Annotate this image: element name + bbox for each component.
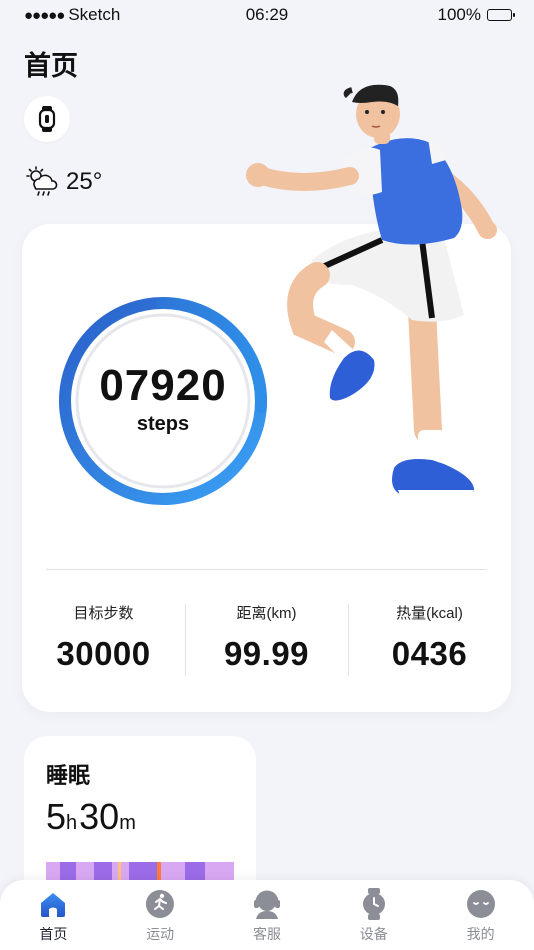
steps-unit: steps — [136, 412, 190, 435]
tab-label: 首页 — [39, 926, 68, 942]
band-icon — [38, 106, 56, 132]
home-icon — [37, 888, 69, 920]
sleep-duration: 5 h 30 m — [46, 796, 138, 838]
stat-goal: 目标步数 30000 — [22, 602, 185, 673]
sleep-title: 睡眠 — [46, 763, 91, 788]
stat-value: 0436 — [391, 635, 468, 672]
tab-device[interactable]: 设备 — [320, 880, 427, 950]
weather: 25° — [24, 166, 102, 198]
runner-illustration — [246, 84, 497, 500]
tab-label: 客服 — [252, 926, 281, 942]
tab-sport[interactable]: 运动 — [107, 880, 214, 950]
tab-bar: 首页 运动 客服 设备 我的 — [0, 880, 534, 950]
sleep-stage-bar — [46, 862, 234, 882]
tab-support[interactable]: 客服 — [214, 880, 321, 950]
tab-label: 我的 — [466, 926, 495, 942]
support-icon — [251, 888, 283, 920]
tab-home[interactable]: 首页 — [0, 880, 107, 950]
sleep-minutes: 30 — [79, 796, 120, 837]
sleep-minutes-unit: m — [119, 812, 136, 834]
sleep-hours-unit: h — [66, 812, 78, 834]
device-button[interactable] — [24, 96, 70, 142]
run-icon — [144, 888, 176, 920]
stats-row: 目标步数 30000 距离(km) 99.99 热量(kcal) 0436 — [22, 602, 511, 676]
divider — [46, 569, 487, 570]
temperature: 25° — [66, 168, 103, 195]
cloud-sun-rain-icon — [26, 166, 58, 196]
stat-value: 99.99 — [223, 635, 310, 672]
watch-icon — [358, 888, 390, 920]
stat-label: 热量(kcal) — [396, 605, 463, 622]
status-bar: ●●●●● Sketch 06:29 100% — [0, 0, 534, 30]
battery-icon — [487, 9, 515, 21]
stat-label: 目标步数 — [73, 605, 134, 622]
stat-label: 距离(km) — [236, 605, 297, 622]
battery-percent: 100% — [437, 5, 481, 24]
steps-value: 07920 — [99, 360, 227, 410]
sleep-hours: 5 — [46, 796, 67, 837]
stat-distance: 距离(km) 99.99 — [185, 602, 348, 676]
profile-icon — [465, 888, 497, 920]
stat-value: 30000 — [56, 635, 151, 672]
battery-area: 100% — [437, 5, 515, 25]
tab-profile[interactable]: 我的 — [427, 880, 534, 950]
tab-label: 设备 — [359, 926, 388, 942]
stat-calories: 热量(kcal) 0436 — [348, 602, 511, 676]
tab-label: 运动 — [146, 926, 175, 942]
page-title: 首页 — [24, 51, 78, 81]
